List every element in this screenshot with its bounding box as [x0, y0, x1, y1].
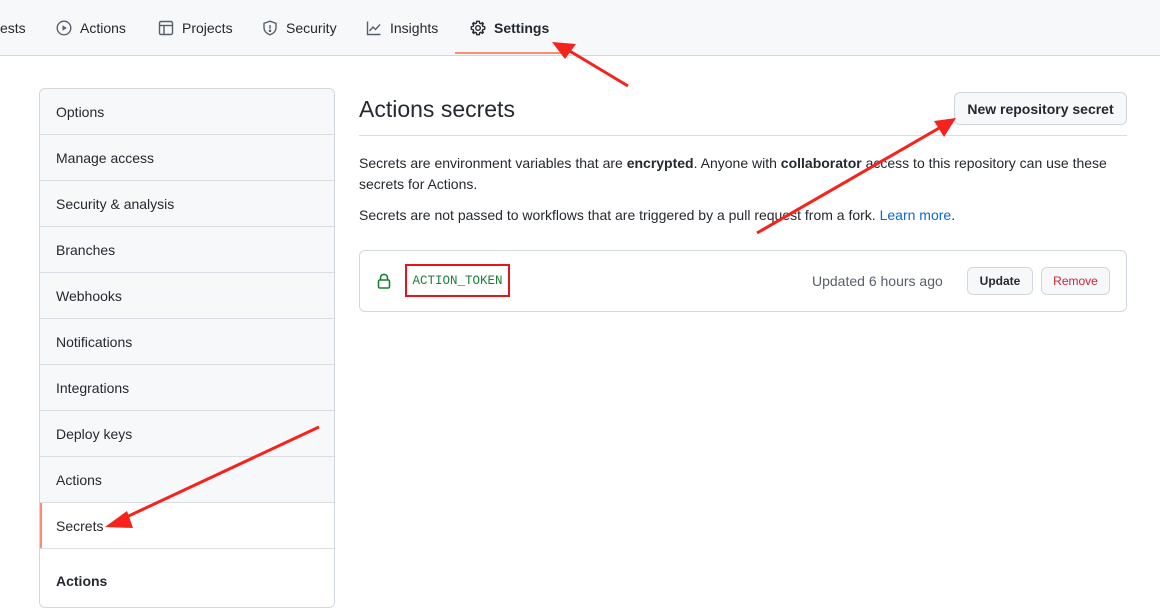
tab-insights[interactable]: Insights	[366, 0, 438, 56]
title-divider	[359, 135, 1127, 136]
table-icon	[158, 20, 174, 36]
description-emphasis: collaborator	[780, 155, 862, 171]
tab-actions[interactable]: Actions	[56, 0, 126, 56]
secrets-description: Secrets are environment variables that a…	[359, 153, 1127, 195]
tab-projects[interactable]: Projects	[158, 0, 233, 56]
tab-label: Insights	[390, 20, 439, 36]
sidebar-item-webhooks[interactable]: Webhooks	[40, 273, 334, 319]
sidebar-item-branches[interactable]: Branches	[40, 227, 334, 273]
sidebar-item-label: Security & analysis	[56, 195, 175, 212]
tab-label: Projects	[182, 20, 233, 36]
secret-updated-time: Updated 6 hours ago	[812, 273, 943, 289]
fork-note: Secrets are not passed to workflows that…	[359, 205, 1127, 226]
sidebar-item-integrations[interactable]: Integrations	[40, 365, 334, 411]
update-secret-button[interactable]: Update	[967, 267, 1033, 295]
description-emphasis: encrypted	[626, 155, 694, 171]
sidebar-item-security-analysis[interactable]: Security & analysis	[40, 181, 334, 227]
selected-tab-underline	[455, 52, 561, 54]
description-text: Secrets are environment variables that a…	[359, 155, 627, 171]
settings-sidebar: Options Manage access Security & analysi…	[39, 88, 335, 608]
sidebar-item-label: Integrations	[56, 379, 130, 396]
learn-more-link[interactable]: Learn more	[880, 207, 952, 223]
tab-security[interactable]: Security	[262, 0, 337, 56]
remove-secret-button[interactable]: Remove	[1041, 267, 1110, 295]
sidebar-item-actions[interactable]: Actions	[40, 457, 334, 503]
new-repository-secret-button[interactable]: New repository secret	[954, 92, 1127, 125]
tab-label: Security	[286, 20, 337, 36]
sidebar-item-label: Options	[56, 103, 105, 120]
tab-label: ests	[0, 20, 26, 36]
sidebar-item-label: Actions	[56, 471, 102, 488]
play-icon	[56, 20, 72, 36]
repo-tab-bar: ests Actions Projects Security Insights …	[0, 0, 1160, 56]
graph-icon	[366, 21, 381, 36]
sidebar-item-label: Manage access	[56, 149, 155, 166]
description-text: . Anyone with	[693, 155, 781, 171]
sidebar-item-secrets[interactable]: Secrets	[40, 503, 334, 549]
sidebar-item-manage-access[interactable]: Manage access	[40, 135, 334, 181]
sidebar-item-label: Webhooks	[56, 287, 122, 304]
sidebar-item-label: Branches	[56, 241, 116, 258]
sidebar-item-options[interactable]: Options	[40, 89, 334, 135]
shield-icon	[263, 20, 277, 36]
sidebar-item-notifications[interactable]: Notifications	[40, 319, 334, 365]
gear-icon	[470, 20, 486, 36]
sidebar-item-deploy-keys[interactable]: Deploy keys	[40, 411, 334, 457]
secret-row: ACTION_TOKEN Updated 6 hours ago Update …	[359, 250, 1127, 312]
tab-label: Actions	[80, 20, 126, 36]
tab-settings[interactable]: Settings	[470, 0, 549, 56]
tab-pull-requests[interactable]: ests	[0, 0, 26, 56]
lock-icon	[377, 273, 391, 289]
sidebar-item-label: Deploy keys	[56, 425, 133, 442]
sidebar-item-label: Secrets	[56, 517, 104, 534]
sidebar-item-label: Notifications	[56, 333, 133, 350]
page-title: Actions secrets	[359, 96, 515, 122]
fork-note-text: Secrets are not passed to workflows that…	[359, 207, 880, 223]
tab-label: Settings	[494, 20, 550, 36]
fork-note-text: .	[951, 207, 956, 223]
secret-name: ACTION_TOKEN	[405, 264, 510, 297]
sidebar-section-heading: Actions	[40, 549, 334, 607]
